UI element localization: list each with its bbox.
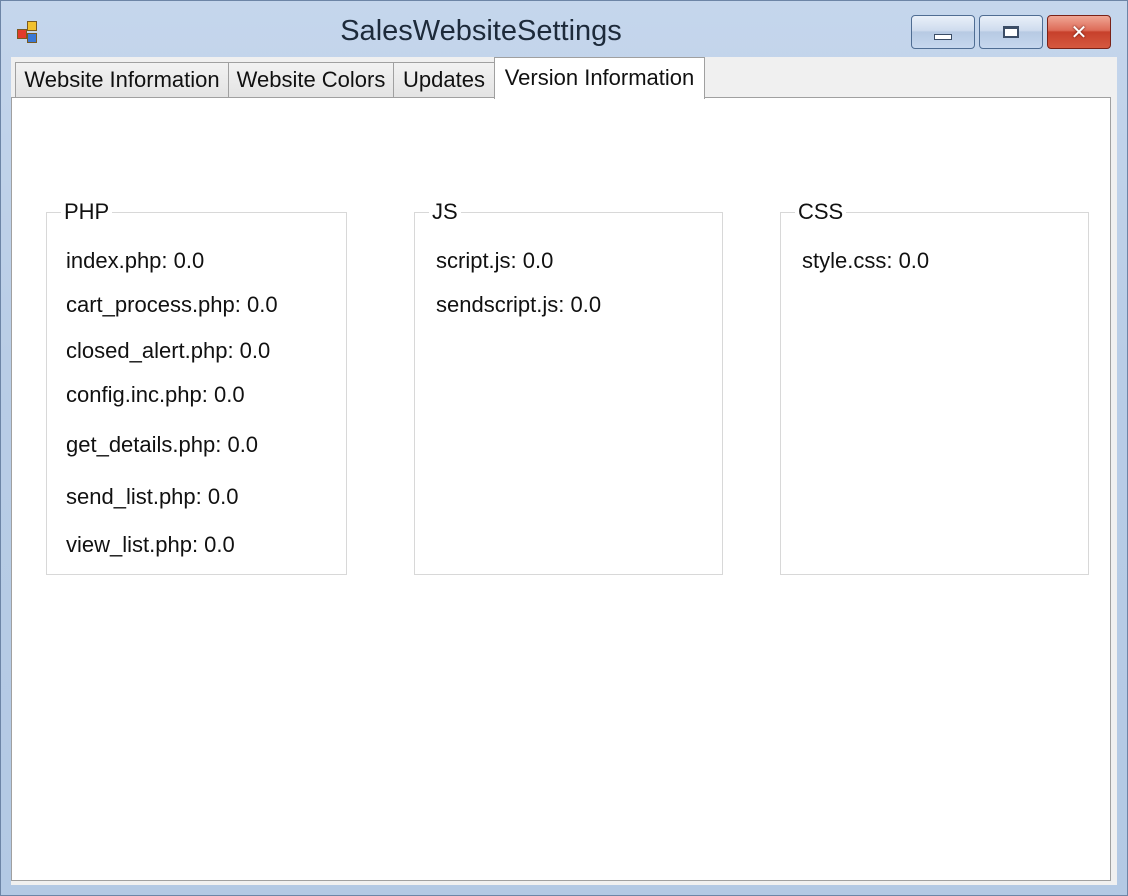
tab-website-information[interactable]: Website Information [15,62,229,98]
css-version-style: style.css: 0.0 [802,248,930,273]
js-version-script: script.js: 0.0 [436,248,554,273]
php-version-view-list: view_list.php: 0.0 [66,532,235,557]
php-group: PHP index.php: 0.0 cart_process.php: 0.0… [46,198,347,575]
css-group: CSS style.css: 0.0 [780,198,1089,575]
client-area: Website Information Website Colors Updat… [11,57,1117,885]
minimize-button[interactable] [911,15,975,49]
tab-version-information[interactable]: Version Information [494,57,705,99]
tab-website-colors[interactable]: Website Colors [228,62,394,98]
js-version-sendscript: sendscript.js: 0.0 [436,292,602,317]
app-window: SalesWebsiteSettings ✕ Website Informati… [0,0,1128,896]
php-version-closed-alert: closed_alert.php: 0.0 [66,338,271,363]
php-version-get-details: get_details.php: 0.0 [66,432,259,457]
maximize-icon [1003,26,1019,38]
version-information-page: PHP index.php: 0.0 cart_process.php: 0.0… [11,97,1111,881]
maximize-button[interactable] [979,15,1043,49]
css-group-title: CSS [795,198,847,226]
php-version-cart-process: cart_process.php: 0.0 [66,292,278,317]
php-group-title: PHP [61,198,113,226]
js-group: JS script.js: 0.0 sendscript.js: 0.0 [414,198,723,575]
close-icon: ✕ [1070,20,1088,44]
php-version-config-inc: config.inc.php: 0.0 [66,382,245,407]
js-group-title: JS [429,198,461,226]
tab-updates[interactable]: Updates [393,62,495,98]
close-button[interactable]: ✕ [1047,15,1111,49]
window-title: SalesWebsiteSettings [340,15,622,47]
tab-strip: Website Information Website Colors Updat… [11,57,1117,99]
php-version-index: index.php: 0.0 [66,248,205,273]
php-version-send-list: send_list.php: 0.0 [66,484,239,509]
minimize-icon [934,34,952,40]
